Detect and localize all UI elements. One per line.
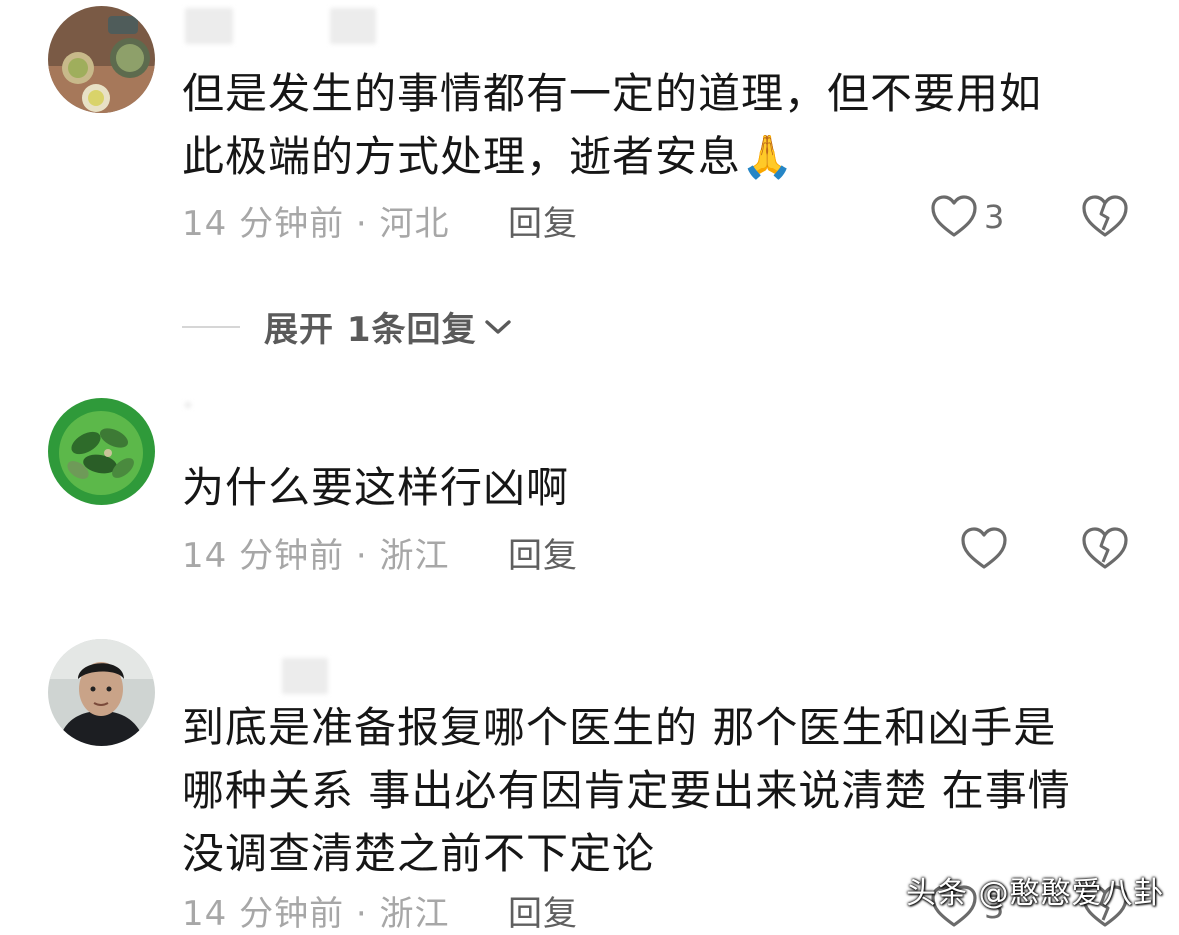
expand-replies-label: 展开 1条回复 xyxy=(264,310,477,350)
avatar[interactable] xyxy=(48,398,155,505)
heart-icon xyxy=(961,527,1007,569)
watermark: 头条 @憨憨爱八卦 xyxy=(906,876,1165,911)
broken-heart-icon xyxy=(1082,195,1128,237)
like-button[interactable] xyxy=(960,526,1014,572)
comment-meta: 14 分钟前 · 浙江 xyxy=(182,894,450,934)
tea-set-avatar-icon xyxy=(48,6,155,113)
divider xyxy=(182,325,240,328)
comment-meta: 14 分钟前 · 河北 xyxy=(182,204,450,244)
reply-button[interactable]: 回复 xyxy=(508,886,578,935)
leaves-avatar-icon xyxy=(48,398,155,505)
avatar[interactable] xyxy=(48,6,155,113)
comment-text: 为什么要这样行凶啊 xyxy=(182,463,570,512)
comment-text: 但是发生的事情都有一定的道理，但不要用如 此极端的方式处理，逝者安息🙏 xyxy=(182,69,1043,181)
comment-text: 到底是准备报复哪个医生的 那个医生和凶手是 哪种关系 事出必有因肯定要出来说清楚… xyxy=(182,703,1071,878)
broken-heart-icon xyxy=(1082,527,1128,569)
username-extra xyxy=(330,8,376,44)
dislike-button[interactable] xyxy=(1081,194,1129,244)
like-count: 3 xyxy=(984,198,1005,236)
username[interactable] xyxy=(185,402,191,408)
chevron-down-icon xyxy=(484,319,511,334)
heart-icon xyxy=(931,195,977,237)
man-portrait-avatar-icon xyxy=(48,639,155,746)
comment-meta: 14 分钟前 · 浙江 xyxy=(182,536,450,576)
avatar[interactable] xyxy=(48,639,155,746)
reply-button[interactable]: 回复 xyxy=(508,528,578,577)
dislike-button[interactable] xyxy=(1081,526,1129,576)
expand-replies-button[interactable]: 展开 1条回复 xyxy=(182,302,513,351)
reply-button[interactable]: 回复 xyxy=(508,196,578,245)
username[interactable] xyxy=(185,8,233,44)
username[interactable] xyxy=(282,658,328,694)
like-button[interactable]: 3 xyxy=(930,194,1004,240)
